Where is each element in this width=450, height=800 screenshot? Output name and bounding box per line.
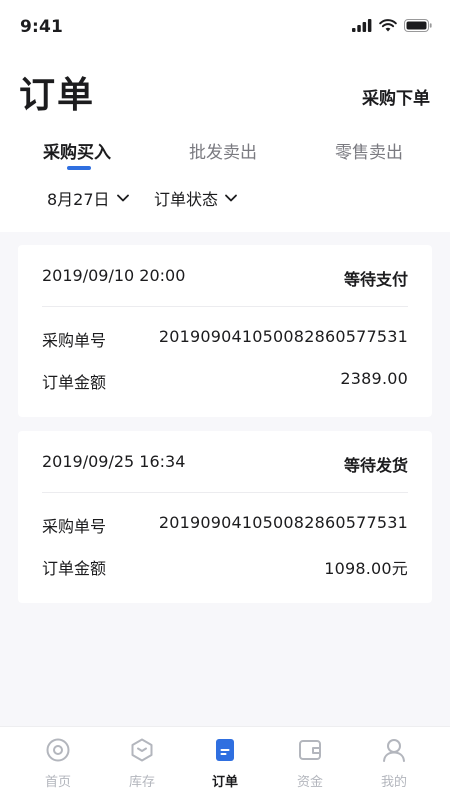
order-number-value: 201909041050082860577531 <box>158 513 408 532</box>
cellular-signal-icon <box>352 19 372 32</box>
order-number-value: 20190904105008286057753​1 <box>158 327 408 346</box>
tab-retail-out[interactable]: 零售卖出 <box>335 138 403 163</box>
order-amount-label: 订单金额 <box>42 559 107 578</box>
chevron-down-icon <box>116 194 129 202</box>
order-amount-value: 2389.00 <box>340 369 408 388</box>
status-bar: 9:41 <box>0 0 450 56</box>
order-card[interactable]: 2019/09/10 20:00 等待支付 采购单号 2019090410500… <box>18 245 432 417</box>
purchase-order-button[interactable]: 采购下单 <box>362 84 430 109</box>
chevron-down-icon <box>225 194 237 202</box>
date-filter[interactable]: 8月27日 <box>47 186 130 210</box>
tabbar-item-funds[interactable]: 资金 <box>280 737 340 790</box>
tabbar-label: 首页 <box>44 775 71 790</box>
tabbar-label: 我的 <box>380 775 407 790</box>
tabbar-label: 订单 <box>211 775 238 790</box>
order-amount-label: 订单金额 <box>42 373 107 392</box>
wifi-icon <box>379 19 397 32</box>
status-filter-label: 订单状态 <box>154 190 219 209</box>
tabbar-item-inventory[interactable]: 库存 <box>112 737 172 790</box>
order-status: 等待支付 <box>343 270 408 289</box>
tab-wholesale-out[interactable]: 批发卖出 <box>189 138 257 163</box>
order-card[interactable]: 2019/09/25 16:34 等待发货 采购单号 2019090410500… <box>18 431 432 603</box>
active-tab-indicator <box>67 166 91 170</box>
inventory-icon <box>131 738 153 762</box>
status-filter[interactable]: 订单状态 <box>154 186 238 210</box>
battery-icon <box>404 19 432 32</box>
order-datetime: 2019/09/10 20:00 <box>42 266 186 285</box>
header-area: 9:41 订单 采购下单 采购买入 批发卖出 零售卖出 8月27日 订单状态 <box>0 0 450 232</box>
tabbar-item-home[interactable]: 首页 <box>28 737 88 790</box>
home-icon <box>46 738 70 762</box>
order-number-label: 采购单号 <box>42 331 107 350</box>
divider <box>42 492 408 493</box>
tabbar-label: 资金 <box>296 775 323 790</box>
tab-purchase-in[interactable]: 采购买入 <box>43 138 111 163</box>
order-type-tabs: 采购买入 批发卖出 零售卖出 <box>0 138 450 178</box>
order-amount-value: 1098.00元 <box>324 559 408 578</box>
order-datetime: 2019/09/25 16:34 <box>42 452 186 471</box>
tabbar-item-orders[interactable]: 订单 <box>195 737 255 790</box>
tabbar-item-profile[interactable]: 我的 <box>364 737 424 790</box>
bottom-tab-bar: 首页 库存 订单 资金 我的 <box>0 726 450 800</box>
divider <box>42 306 408 307</box>
tabbar-label: 库存 <box>128 775 155 790</box>
orders-icon <box>216 739 234 761</box>
page-title: 订单 <box>19 75 96 116</box>
status-icons <box>352 19 432 32</box>
filter-bar: 8月27日 订单状态 <box>0 186 450 216</box>
profile-icon <box>383 739 405 762</box>
status-time: 9:41 <box>20 17 64 37</box>
order-number-label: 采购单号 <box>42 517 107 536</box>
date-filter-label: 8月27日 <box>47 190 110 209</box>
order-status: 等待发货 <box>343 456 408 475</box>
wallet-icon <box>299 740 321 760</box>
